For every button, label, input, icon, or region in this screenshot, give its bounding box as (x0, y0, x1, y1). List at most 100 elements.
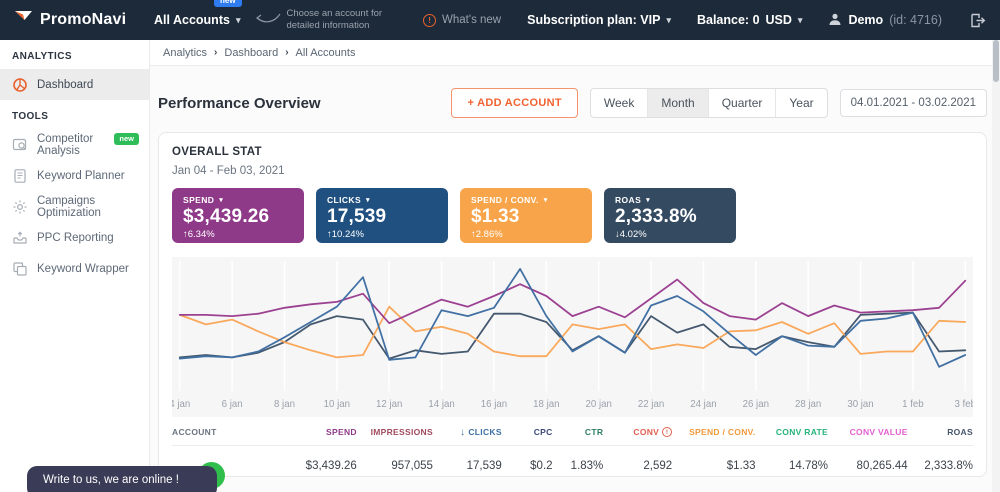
sidebar-item-label: Competitor Analysis (37, 133, 103, 157)
breadcrumb-item-all-accounts[interactable]: All Accounts (296, 47, 356, 59)
stat-card-spend-conv[interactable]: SPEND / CONV.▾$1.33↑2.86% (460, 188, 592, 243)
balance-dropdown[interactable]: Balance: 0 USD ▾ (697, 13, 802, 27)
column-header-conv-value[interactable]: CONV VALUE (828, 427, 908, 437)
account-hint: Choose an account for detailed informati… (254, 8, 382, 32)
cell-clicks: 17,539 (433, 460, 502, 472)
stat-card-roas[interactable]: ROAS▾2,333.8%↓4.02% (604, 188, 736, 243)
stat-metric-selector[interactable]: CLICKS ▾ (327, 195, 437, 205)
cell-ctr: 1.83% (553, 460, 604, 472)
sidebar-item-label: Keyword Wrapper (37, 263, 129, 275)
breadcrumb-item-analytics[interactable]: Analytics (163, 47, 207, 59)
column-header-conv-rate[interactable]: CONV RATE (756, 427, 828, 437)
cell-conv-value: 80,265.44 (828, 460, 908, 472)
user-name: Demo (848, 13, 883, 27)
stat-delta: ↑6.34% (183, 229, 293, 240)
line-chart-svg: 4 jan6 jan8 jan10 jan12 jan14 jan16 jan1… (172, 257, 973, 417)
breadcrumb: Analytics › Dashboard › All Accounts (150, 40, 1000, 66)
chevron-down-icon: ▾ (544, 196, 548, 204)
whats-new-button[interactable]: ! What's new (423, 14, 501, 27)
stat-card-spend[interactable]: SPEND▾$3,439.26↑6.34% (172, 188, 304, 243)
sidebar-item-label: Campaigns Optimization (37, 195, 139, 219)
stat-label: SPEND (183, 195, 214, 205)
sidebar-item-ppc-reporting[interactable]: PPC Reporting (0, 222, 149, 253)
vertical-scrollbar[interactable] (992, 40, 1000, 492)
sidebar-item-keyword-planner[interactable]: Keyword Planner (0, 160, 149, 191)
stat-metric-selector[interactable]: SPEND▾ (183, 195, 293, 205)
svg-text:1 feb: 1 feb (902, 399, 924, 410)
period-tabs: WeekMonthQuarterYear (590, 88, 828, 118)
column-header-roas[interactable]: ROAS (908, 427, 973, 437)
doodle-arrow-icon (254, 10, 282, 31)
new-badge: new (214, 0, 242, 7)
sidebar-section-title: ANALYTICS (0, 40, 149, 69)
sidebar-item-label: Keyword Planner (37, 170, 125, 182)
campaigns-optimization-icon (12, 199, 28, 215)
table-header-row: ACCOUNTSPENDIMPRESSIONS↓CLICKSCPCCTRCONV… (172, 419, 973, 446)
performance-chart: 4 jan6 jan8 jan10 jan12 jan14 jan16 jan1… (172, 257, 973, 417)
chevron-down-icon: ▾ (646, 196, 650, 204)
svg-text:26 jan: 26 jan (743, 399, 769, 410)
scrollbar-thumb[interactable] (993, 40, 999, 82)
stat-metric-selector[interactable]: SPEND / CONV.▾ (471, 195, 581, 205)
overall-stat-title: OVERALL STAT (172, 146, 973, 158)
column-label: CONV VALUE (850, 427, 908, 437)
tab-year[interactable]: Year (776, 89, 826, 117)
user-icon (828, 12, 842, 29)
stat-metric-selector[interactable]: ROAS ▾ (615, 195, 725, 205)
tab-quarter[interactable]: Quarter (709, 89, 777, 117)
user-menu[interactable]: Demo (id: 4716) (828, 12, 942, 29)
column-header-cpc[interactable]: CPC (502, 427, 553, 437)
account-selector[interactable]: All Accounts ▾ (154, 13, 240, 27)
ppc-reporting-icon (12, 230, 28, 246)
sidebar-item-keyword-wrapper[interactable]: Keyword Wrapper (0, 253, 149, 284)
chevron-down-icon: ▾ (366, 196, 370, 204)
column-label: ACCOUNT (172, 427, 217, 437)
column-header-ctr[interactable]: CTR (553, 427, 604, 437)
sidebar-item-competitor-analysis[interactable]: Competitor Analysisnew (0, 129, 149, 160)
column-header-clicks[interactable]: ↓CLICKS (433, 427, 502, 438)
column-header-spend[interactable]: SPEND (284, 427, 356, 437)
column-header-account[interactable]: ACCOUNT (172, 427, 284, 437)
subscription-plan-dropdown[interactable]: Subscription plan: VIP ▾ (527, 13, 671, 27)
breadcrumb-item-dashboard[interactable]: Dashboard (224, 47, 278, 59)
whats-new-label: What's new (442, 14, 501, 26)
svg-text:18 jan: 18 jan (533, 399, 559, 410)
account-selector-label: All Accounts (154, 13, 230, 27)
date-range-picker[interactable]: 04.01.2021 - 03.02.2021 (840, 89, 987, 117)
table-row[interactable]: $3,439.26957,05517,539$0.21.83%2,592$1.3… (172, 446, 973, 486)
column-header-spend-conv[interactable]: SPEND / CONV. (672, 427, 755, 437)
cell-cpc: $0.2 (502, 460, 553, 472)
tab-month[interactable]: Month (648, 89, 708, 117)
svg-text:12 jan: 12 jan (376, 399, 402, 410)
logout-button[interactable] (970, 13, 986, 28)
add-account-button[interactable]: + ADD ACCOUNT (451, 88, 577, 118)
stat-value: $3,439.26 (183, 206, 293, 228)
breadcrumb-separator: › (214, 47, 217, 58)
column-header-impressions[interactable]: IMPRESSIONS (357, 427, 433, 437)
svg-text:24 jan: 24 jan (690, 399, 716, 410)
breadcrumb-separator: › (285, 47, 288, 58)
stat-value: 2,333.8% (615, 206, 725, 228)
sidebar-item-dashboard[interactable]: Dashboard (0, 69, 149, 100)
stat-card-clicks[interactable]: CLICKS▾17,539↑10.24% (316, 188, 448, 243)
topbar: PromoNavi All Accounts ▾ new Choose an a… (0, 0, 1000, 40)
stat-delta: ↑2.86% (471, 229, 581, 240)
column-header-conv[interactable]: CONV! (603, 427, 672, 437)
chat-message[interactable]: Write to us, we are online ! (27, 466, 217, 492)
svg-text:28 jan: 28 jan (795, 399, 821, 410)
brand-logo[interactable]: PromoNavi (14, 9, 146, 32)
tab-week[interactable]: Week (591, 89, 648, 117)
svg-text:6 jan: 6 jan (222, 399, 243, 410)
info-icon[interactable]: ! (662, 427, 672, 437)
stat-label: ROAS (615, 195, 641, 205)
svg-text:10 jan: 10 jan (324, 399, 350, 410)
stat-label: CLICKS (327, 195, 361, 205)
main-area: Analytics›Dashboard›All Accounts Perform… (150, 40, 1000, 492)
subscription-plan-label: Subscription plan: VIP (527, 13, 660, 27)
chat-widget[interactable]: Write to us, we are online ! (27, 466, 217, 492)
sidebar-item-campaigns-optimization[interactable]: Campaigns Optimization (0, 191, 149, 222)
cell-spend: $3,439.26 (284, 460, 356, 472)
competitor-analysis-icon (12, 137, 28, 153)
chevron-down-icon: ▾ (666, 15, 671, 26)
sort-desc-icon[interactable]: ↓ (460, 427, 465, 438)
